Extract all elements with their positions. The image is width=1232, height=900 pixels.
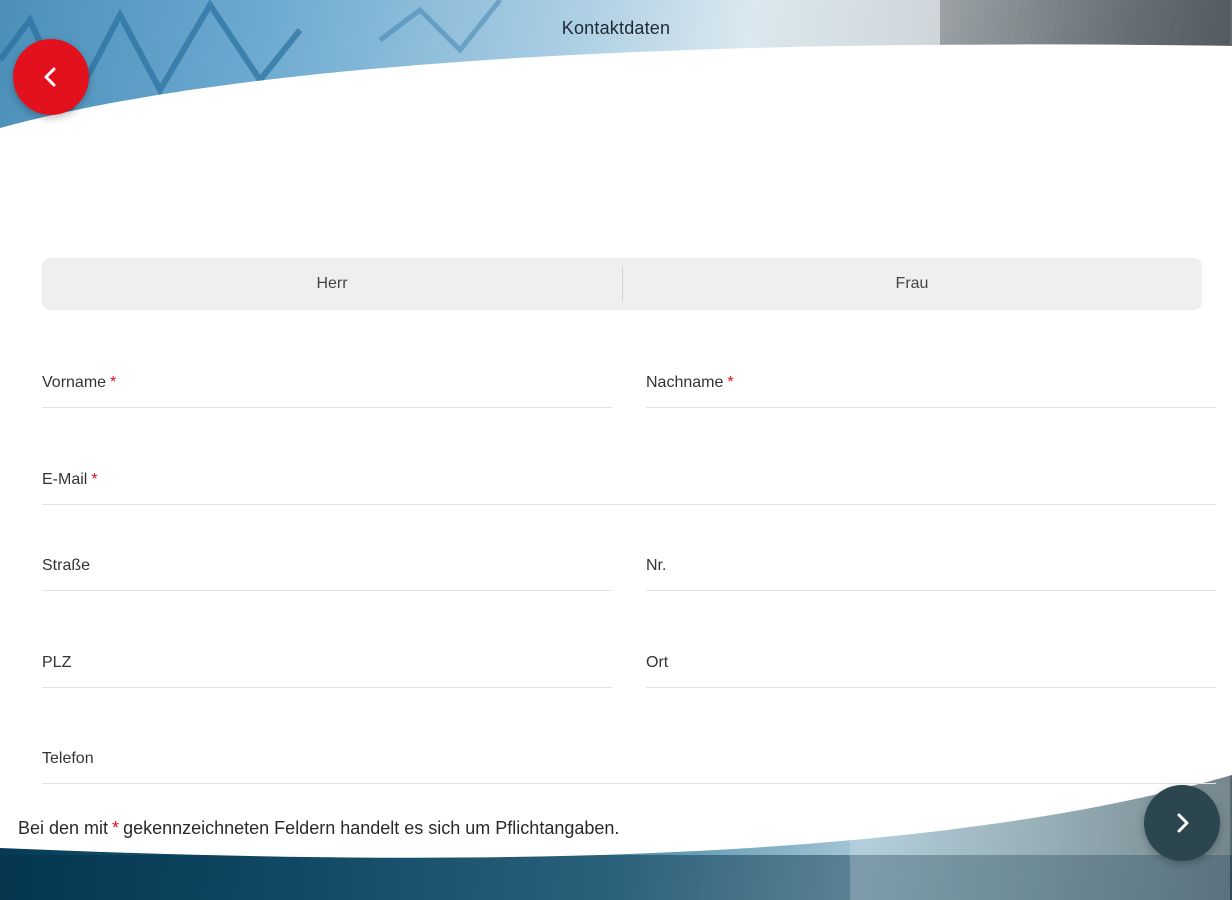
- nachname-field[interactable]: Nachname *: [646, 364, 1220, 409]
- plz-input[interactable]: [42, 644, 616, 689]
- vorname-input[interactable]: [42, 364, 616, 409]
- vorname-field[interactable]: Vorname *: [42, 364, 616, 409]
- salutation-selector: Herr Frau: [42, 258, 1202, 310]
- email-input[interactable]: [42, 461, 1220, 506]
- back-button[interactable]: [13, 39, 89, 115]
- nr-input[interactable]: [646, 547, 1220, 592]
- telefon-input[interactable]: [42, 740, 1220, 785]
- salutation-frau[interactable]: Frau: [622, 258, 1202, 310]
- plz-field[interactable]: PLZ: [42, 644, 616, 689]
- nr-field[interactable]: Nr.: [646, 547, 1220, 592]
- email-field[interactable]: E-Mail *: [42, 461, 1220, 506]
- page-title: Kontaktdaten: [561, 18, 671, 38]
- strasse-input[interactable]: [42, 547, 616, 592]
- required-mark: *: [112, 818, 120, 838]
- chevron-right-icon: [1177, 813, 1189, 833]
- ort-input[interactable]: [646, 644, 1220, 689]
- chevron-left-icon: [44, 67, 56, 87]
- telefon-field[interactable]: Telefon: [42, 740, 1220, 785]
- required-fields-note: Bei den mit * gekennzeichneten Feldern han…: [18, 818, 620, 838]
- next-button[interactable]: [1144, 785, 1220, 861]
- nachname-input[interactable]: [646, 364, 1220, 409]
- ort-field[interactable]: Ort: [646, 644, 1220, 689]
- strasse-field[interactable]: Straße: [42, 547, 616, 592]
- salutation-herr[interactable]: Herr: [42, 258, 622, 310]
